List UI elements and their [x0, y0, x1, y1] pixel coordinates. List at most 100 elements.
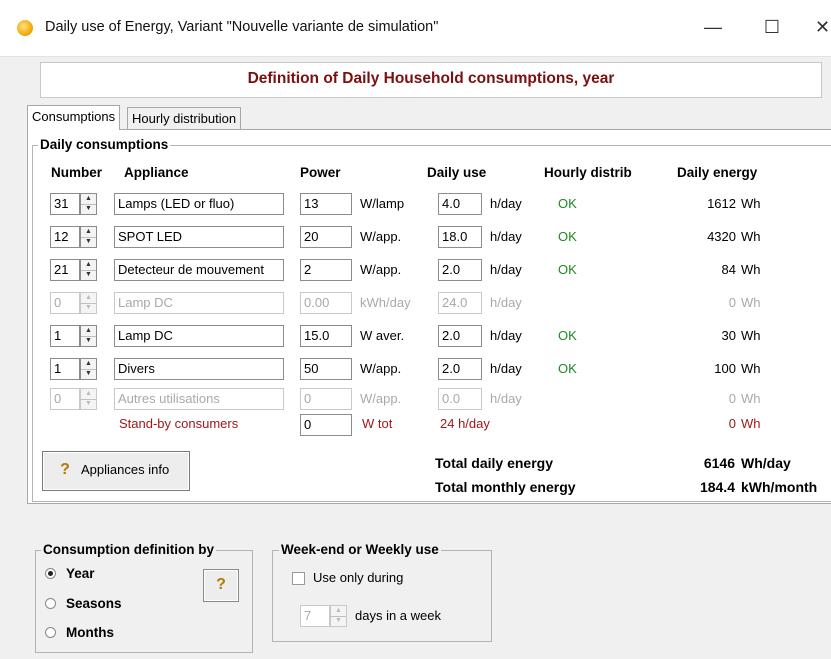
total-monthly-label: Total monthly energy: [435, 479, 576, 495]
daily-energy-unit: Wh: [741, 391, 761, 406]
spin-down-icon[interactable]: ▼: [81, 237, 96, 247]
consumption-help-button[interactable]: ?: [203, 569, 239, 602]
use-only-during-checkbox[interactable]: [292, 572, 305, 585]
power-unit: kWh/day: [360, 295, 411, 310]
tab-consumptions[interactable]: Consumptions: [27, 105, 121, 130]
standby-energy: 0: [728, 416, 736, 431]
appliance-input[interactable]: SPOT LED: [114, 226, 284, 248]
appliance-input[interactable]: Lamp DC: [114, 325, 284, 347]
total-daily-value: 6146: [703, 455, 735, 471]
daily-use-input[interactable]: 2.0: [438, 358, 482, 380]
spin-down-icon[interactable]: ▼: [81, 270, 96, 280]
daily-energy-unit: Wh: [741, 328, 761, 343]
number-input[interactable]: 31: [50, 193, 80, 215]
daily-use-input[interactable]: 2.0: [438, 325, 482, 347]
page-header: Definition of Daily Household consumptio…: [40, 62, 822, 98]
appliance-input[interactable]: Divers: [114, 358, 284, 380]
col-power: Power: [300, 165, 341, 180]
standby-power-input[interactable]: 0: [300, 414, 352, 436]
daily-use-unit: h/day: [490, 361, 522, 376]
power-input[interactable]: 2: [300, 259, 352, 281]
daily-use-unit: h/day: [490, 262, 522, 277]
number-input[interactable]: 1: [50, 325, 80, 347]
daily-use-unit: h/day: [490, 196, 522, 211]
maximize-button[interactable]: ☐: [757, 14, 787, 40]
minimize-button[interactable]: —: [698, 14, 728, 40]
spin-down-icon[interactable]: ▼: [81, 303, 96, 313]
number-input[interactable]: 12: [50, 226, 80, 248]
total-daily-unit: Wh/day: [741, 455, 791, 471]
spin-down-icon[interactable]: ▼: [81, 336, 96, 346]
number-input[interactable]: 1: [50, 358, 80, 380]
days-input[interactable]: 7: [300, 605, 330, 627]
daily-use-input[interactable]: 24.0: [438, 292, 482, 314]
daily-energy-value: 0: [728, 295, 736, 310]
radio-seasons-label: Seasons: [66, 596, 122, 611]
daily-use-input[interactable]: 18.0: [438, 226, 482, 248]
page-title: Definition of Daily Household consumptio…: [247, 70, 615, 87]
daily-energy-unit: Wh: [741, 229, 761, 244]
power-unit: W/lamp: [360, 196, 405, 211]
hourly-distrib-status: OK: [558, 361, 577, 376]
spin-down-icon[interactable]: ▼: [81, 399, 96, 409]
col-hourly-distrib: Hourly distrib: [544, 165, 632, 180]
radio-months[interactable]: [45, 627, 56, 638]
radio-year[interactable]: [45, 568, 56, 579]
number-spinner[interactable]: ▲ ▼: [80, 226, 97, 248]
weekend-group: [272, 550, 492, 642]
number-spinner[interactable]: ▲ ▼: [80, 388, 97, 410]
daily-use-input[interactable]: 2.0: [438, 259, 482, 281]
daily-use-unit: h/day: [490, 229, 522, 244]
tab-hourly-distribution[interactable]: Hourly distribution: [127, 107, 242, 130]
power-input[interactable]: 15.0: [300, 325, 352, 347]
window-title: Daily use of Energy, Variant "Nouvelle v…: [45, 19, 439, 35]
radio-year-label: Year: [66, 566, 95, 581]
daily-energy-unit: Wh: [741, 262, 761, 277]
radio-seasons[interactable]: [45, 598, 56, 609]
number-spinner[interactable]: ▲ ▼: [80, 325, 97, 347]
daily-energy-unit: Wh: [741, 361, 761, 376]
total-monthly-unit: kWh/month: [741, 479, 818, 495]
close-button[interactable]: ✕: [814, 14, 831, 40]
number-input[interactable]: 21: [50, 259, 80, 281]
col-number: Number: [51, 165, 103, 180]
daily-energy-value: 0: [728, 391, 736, 406]
number-spinner[interactable]: ▲ ▼: [80, 259, 97, 281]
days-spinner[interactable]: ▲ ▼: [330, 605, 347, 627]
appliance-input[interactable]: Detecteur de mouvement: [114, 259, 284, 281]
app-icon: [17, 20, 33, 36]
daily-use-unit: h/day: [490, 391, 522, 406]
power-input[interactable]: 13: [300, 193, 352, 215]
hourly-distrib-status: OK: [558, 328, 577, 343]
total-daily-label: Total daily energy: [435, 455, 553, 471]
appliance-input[interactable]: Lamp DC: [114, 292, 284, 314]
power-input[interactable]: 20: [300, 226, 352, 248]
standby-use-text: 24 h/day: [440, 416, 490, 431]
number-spinner[interactable]: ▲ ▼: [80, 193, 97, 215]
spin-down-icon[interactable]: ▼: [81, 369, 96, 379]
standby-label: Stand-by consumers: [119, 416, 239, 431]
number-spinner[interactable]: ▲ ▼: [80, 358, 97, 380]
daily-use-input[interactable]: 4.0: [438, 193, 482, 215]
spin-down-icon[interactable]: ▼: [81, 204, 96, 214]
standby-energy-unit: Wh: [741, 416, 761, 431]
standby-power-unit: W tot: [362, 416, 393, 431]
use-only-during-label: Use only during: [313, 570, 404, 585]
appliance-input[interactable]: Lamps (LED or fluo): [114, 193, 284, 215]
daily-energy-value: 100: [714, 361, 736, 376]
number-input[interactable]: 0: [50, 388, 80, 410]
spin-down-icon[interactable]: ▼: [331, 616, 346, 626]
number-spinner[interactable]: ▲ ▼: [80, 292, 97, 314]
total-monthly-value: 184.4: [699, 479, 735, 495]
power-input[interactable]: 0.00: [300, 292, 352, 314]
power-input[interactable]: 0: [300, 388, 352, 410]
power-unit: W/app.: [360, 391, 402, 406]
power-input[interactable]: 50: [300, 358, 352, 380]
appliance-input[interactable]: Autres utilisations: [114, 388, 284, 410]
daily-energy-unit: Wh: [741, 196, 761, 211]
hourly-distrib-status: OK: [558, 229, 577, 244]
daily-use-input[interactable]: 0.0: [438, 388, 482, 410]
number-input[interactable]: 0: [50, 292, 80, 314]
appliances-info-button[interactable]: ? Appliances info: [42, 451, 190, 491]
consumption-definition-label: Consumption definition by: [41, 542, 216, 557]
